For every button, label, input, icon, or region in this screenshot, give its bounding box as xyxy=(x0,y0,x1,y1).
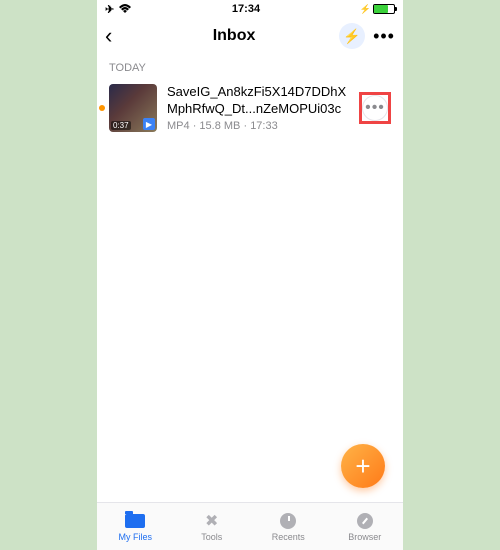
status-time: 17:34 xyxy=(232,3,260,15)
compass-icon xyxy=(357,513,373,529)
tab-tools[interactable]: ✖ Tools xyxy=(174,503,251,550)
tab-label: My Files xyxy=(119,532,153,542)
status-bar: ✈ 17:34 ⚡ xyxy=(97,0,403,18)
app-screen: ✈ 17:34 ⚡ ‹ Inbox ⚡ ••• TODAY 0:37 ▶ Sav… xyxy=(97,0,403,550)
file-size: 15.8 MB xyxy=(199,120,240,132)
tab-label: Recents xyxy=(272,532,305,542)
battery-icon xyxy=(373,4,395,14)
file-thumbnail[interactable]: 0:37 ▶ xyxy=(109,84,157,132)
file-format: MP4 xyxy=(167,120,190,132)
unread-dot-icon xyxy=(99,105,105,111)
add-button[interactable]: + xyxy=(341,444,385,488)
wifi-icon xyxy=(118,4,132,14)
tab-browser[interactable]: Browser xyxy=(327,503,404,550)
folder-icon xyxy=(125,514,145,528)
file-name: SaveIG_An8kzFi5X14D7DDhXMphRfwQ_Dt...nZe… xyxy=(167,84,353,118)
header-more-button[interactable]: ••• xyxy=(373,26,395,47)
play-icon: ▶ xyxy=(143,118,155,130)
tab-label: Tools xyxy=(201,532,222,542)
file-more-highlight: ••• xyxy=(359,92,391,124)
tab-recents[interactable]: Recents xyxy=(250,503,327,550)
file-row[interactable]: 0:37 ▶ SaveIG_An8kzFi5X14D7DDhXMphRfwQ_D… xyxy=(97,78,403,138)
file-more-button[interactable]: ••• xyxy=(362,95,388,121)
tab-my-files[interactable]: My Files xyxy=(97,503,174,550)
section-label: TODAY xyxy=(97,54,403,78)
video-duration: 0:37 xyxy=(111,121,131,130)
tools-icon: ✖ xyxy=(201,512,223,530)
tab-bar: My Files ✖ Tools Recents Browser xyxy=(97,502,403,550)
status-right: ⚡ xyxy=(360,4,395,15)
boost-button[interactable]: ⚡ xyxy=(339,23,365,49)
page-title: Inbox xyxy=(213,27,256,45)
clock-icon xyxy=(280,513,296,529)
file-info: SaveIG_An8kzFi5X14D7DDhXMphRfwQ_Dt...nZe… xyxy=(167,84,353,132)
file-meta: MP4 · 15.8 MB · 17:33 xyxy=(167,120,353,132)
charging-icon: ⚡ xyxy=(360,4,371,15)
airplane-icon: ✈ xyxy=(105,3,114,16)
back-button[interactable]: ‹ xyxy=(105,23,129,49)
status-left: ✈ xyxy=(105,3,132,16)
tab-label: Browser xyxy=(348,532,381,542)
bolt-icon: ⚡ xyxy=(343,28,360,45)
plus-icon: + xyxy=(355,451,370,482)
file-time: 17:33 xyxy=(250,120,278,132)
content-area: + xyxy=(97,138,403,502)
nav-bar: ‹ Inbox ⚡ ••• xyxy=(97,18,403,54)
